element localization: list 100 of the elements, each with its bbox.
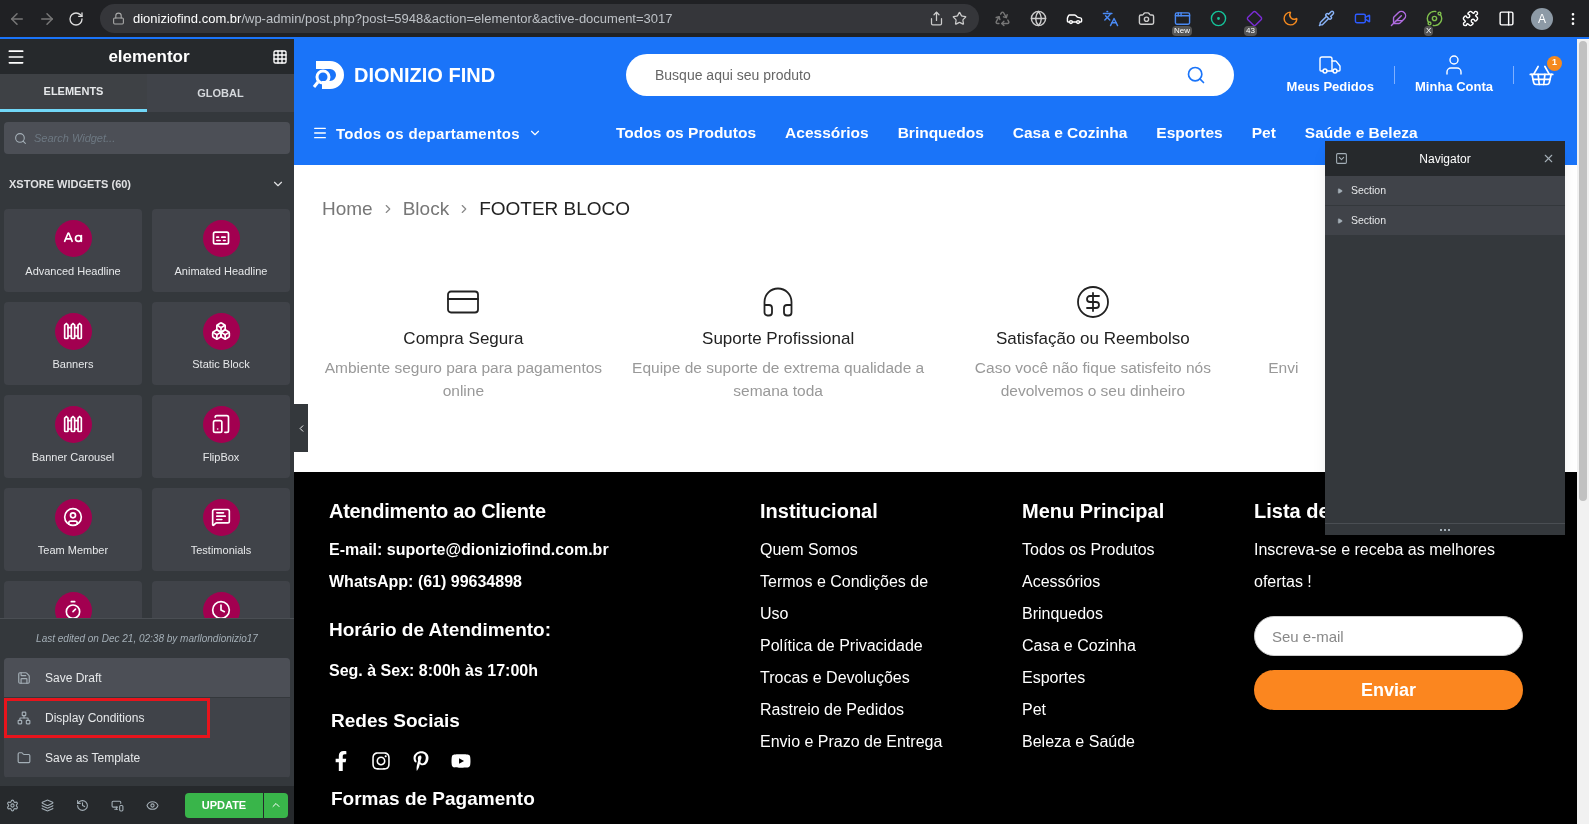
widget-card[interactable]: Static Block bbox=[152, 301, 290, 385]
search-icon bbox=[14, 132, 27, 145]
instagram-icon[interactable] bbox=[371, 751, 391, 771]
puzzle-icon[interactable] bbox=[1462, 9, 1479, 27]
last-edited-text: Last edited on Dec 21, 02:38 by marllondionizio17 bbox=[35, 632, 259, 646]
globe-icon[interactable] bbox=[1030, 9, 1047, 27]
window-icon[interactable] bbox=[1174, 9, 1191, 27]
planet-icon[interactable] bbox=[1426, 9, 1443, 27]
widget-card[interactable]: Banners bbox=[4, 301, 142, 385]
update-options-button[interactable] bbox=[263, 792, 288, 818]
action-menu-item[interactable]: Save as Template bbox=[4, 738, 290, 778]
breadcrumb-link[interactable]: FOOTER BLOCO bbox=[479, 195, 631, 224]
pipette-icon[interactable] bbox=[1318, 9, 1335, 27]
panel-tab[interactable]: GLOBAL bbox=[147, 74, 294, 112]
apps-grid-icon[interactable] bbox=[272, 48, 288, 65]
widget-card[interactable]: Animated Headline bbox=[152, 208, 290, 292]
folder-icon bbox=[17, 750, 31, 765]
sidebar-icon[interactable] bbox=[1498, 9, 1515, 27]
footer-heading: Atendimento ao Cliente bbox=[329, 499, 547, 524]
navigator-item[interactable]: Section bbox=[1325, 206, 1565, 236]
reload-icon[interactable] bbox=[68, 10, 84, 27]
footer-link[interactable]: Casa e Cozinha bbox=[1022, 630, 1222, 662]
devices-icon[interactable] bbox=[111, 798, 124, 812]
footer-link[interactable]: Esportes bbox=[1022, 662, 1222, 694]
address-bar[interactable]: dioniziofind.com.br/wp-admin/post.php?post=5948&action=elementor&active-document=3017 bbox=[100, 4, 979, 33]
circle-icon[interactable] bbox=[1210, 9, 1227, 27]
header-link[interactable]: Minha Conta bbox=[1409, 53, 1499, 97]
bookmark-star-icon[interactable] bbox=[952, 11, 967, 26]
email-field[interactable]: Seu e-mail bbox=[1254, 616, 1523, 656]
diamond-icon[interactable] bbox=[1246, 9, 1263, 27]
collapse-icon[interactable] bbox=[1335, 152, 1348, 165]
header-link[interactable]: Meus Pedidos bbox=[1280, 53, 1380, 97]
collapse-panel-handle[interactable] bbox=[294, 404, 308, 452]
search-icon[interactable] bbox=[1186, 65, 1206, 85]
widget-card[interactable]: Testimonials bbox=[152, 487, 290, 571]
breadcrumb-link[interactable]: Home bbox=[322, 195, 373, 224]
footer-link[interactable]: Quem Somos bbox=[760, 534, 960, 566]
footer-link[interactable]: Política de Privacidade bbox=[760, 630, 960, 662]
widget-label: FlipBox bbox=[202, 449, 240, 465]
pinterest-icon[interactable] bbox=[411, 751, 431, 771]
nav-link[interactable]: Pet bbox=[1251, 125, 1276, 141]
widget-label: Testimonials bbox=[190, 542, 252, 558]
footer-link[interactable]: Rastreio de Pedidos bbox=[760, 694, 960, 726]
footer-link[interactable]: Brinquedos bbox=[1022, 598, 1222, 630]
cart-count-badge: 1 bbox=[1547, 55, 1562, 71]
footer-link[interactable]: Todos os Produtos bbox=[1022, 534, 1222, 566]
action-menu-item[interactable]: Display Conditions bbox=[4, 698, 210, 738]
expand-caret-icon[interactable] bbox=[1337, 217, 1343, 224]
settings-icon[interactable] bbox=[6, 798, 19, 812]
nav-link[interactable]: Brinquedos bbox=[897, 125, 984, 141]
footer-link[interactable]: Trocas e Devoluções bbox=[760, 662, 960, 694]
caption-icon bbox=[202, 219, 240, 257]
scrollbar[interactable] bbox=[1577, 39, 1589, 824]
share-icon[interactable] bbox=[929, 11, 944, 26]
nav-link[interactable]: Todos os Produtos bbox=[616, 125, 757, 141]
footer-heading: Institucional bbox=[760, 499, 879, 524]
feature-description: Caso você não fique satisfeito nós devolvemos o seu dinheiro bbox=[973, 357, 1212, 401]
feather-icon[interactable] bbox=[1390, 9, 1407, 27]
lock-icon bbox=[112, 12, 125, 25]
barrier-icon bbox=[54, 312, 92, 350]
moon-icon[interactable] bbox=[1282, 9, 1299, 27]
product-search-field[interactable]: Busque aqui seu produto bbox=[626, 54, 1234, 96]
footer-link[interactable]: Acessórios bbox=[1022, 566, 1222, 598]
history-icon[interactable] bbox=[76, 798, 89, 812]
departments-menu[interactable]: Todos os departamentos bbox=[312, 125, 616, 141]
footer-link[interactable]: Beleza e Saúde bbox=[1022, 726, 1222, 758]
navigator-item[interactable]: Section bbox=[1325, 176, 1565, 206]
footer-link[interactable]: Termos e Condições de Uso bbox=[760, 566, 960, 630]
translate-icon[interactable] bbox=[1102, 9, 1119, 27]
breadcrumb-link[interactable]: Block bbox=[402, 195, 450, 224]
widget-card[interactable]: Banner Carousel bbox=[4, 394, 142, 478]
hours-text: Seg. à Sex: 8:00h às 17:00h bbox=[329, 660, 539, 681]
nav-link[interactable]: Esportes bbox=[1156, 125, 1223, 141]
extension-badge: X bbox=[1424, 25, 1434, 36]
nav-link[interactable]: Acessórios bbox=[785, 125, 869, 141]
widget-label: Advanced Headline bbox=[25, 263, 121, 279]
navigator-title: Navigator bbox=[1418, 150, 1472, 168]
youtube-icon[interactable] bbox=[451, 751, 471, 771]
nav-link[interactable]: Saúde e Beleza bbox=[1304, 125, 1418, 141]
nav-link[interactable]: Casa e Cozinha bbox=[1012, 125, 1128, 141]
boxes-icon bbox=[202, 312, 240, 350]
newsletter-text: Inscreva-se e receba as melhores ofertas ! bbox=[1254, 540, 1496, 592]
widget-card[interactable]: Team Member bbox=[4, 487, 142, 571]
extension-badge: 43 bbox=[1244, 25, 1257, 36]
layers-icon[interactable] bbox=[41, 798, 54, 812]
footer-link[interactable]: Envio e Prazo de Entrega bbox=[760, 726, 960, 758]
close-icon[interactable] bbox=[1542, 152, 1555, 165]
chat-icon bbox=[202, 498, 240, 536]
footer-link[interactable]: Pet bbox=[1022, 694, 1222, 726]
widget-card[interactable]: FlipBox bbox=[152, 394, 290, 478]
camera-icon[interactable] bbox=[1138, 9, 1155, 27]
category-title: XSTORE WIDGETS (60) bbox=[9, 177, 132, 192]
recycle-icon[interactable] bbox=[994, 9, 1011, 27]
phone-icon bbox=[202, 405, 240, 443]
action-menu-item[interactable]: Save Draft bbox=[4, 658, 290, 698]
panel-tab[interactable]: ELEMENTS bbox=[0, 74, 147, 112]
widget-card[interactable]: Advanced Headline bbox=[4, 208, 142, 292]
eye-icon[interactable] bbox=[146, 798, 159, 812]
feature-description: Envi bbox=[1267, 357, 1299, 378]
expand-caret-icon[interactable] bbox=[1337, 187, 1343, 194]
